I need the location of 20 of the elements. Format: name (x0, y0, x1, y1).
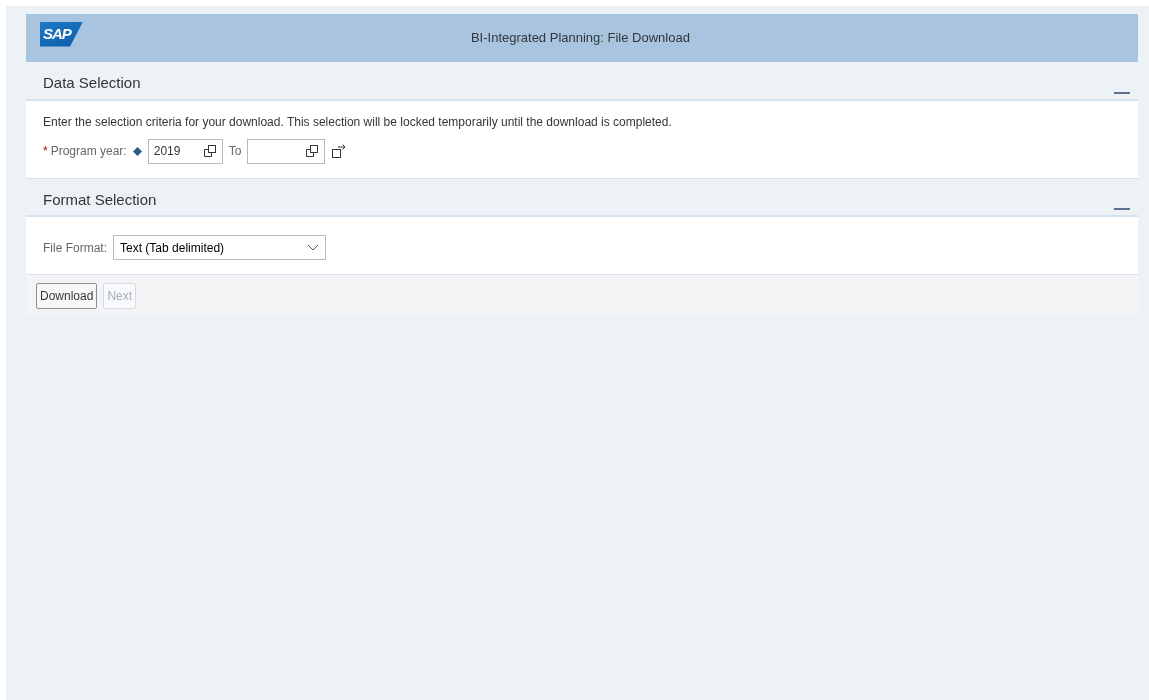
year-from-field[interactable]: 2019 (147, 138, 223, 164)
window-title: BI-Integrated Planning: File Download (469, 29, 691, 48)
section-title: Data Selection (43, 73, 141, 93)
file-format-dropdown[interactable]: Text (Tab delimited) (113, 235, 326, 260)
year-to-field[interactable] (247, 138, 326, 164)
collapse-icon[interactable] (1114, 208, 1130, 211)
instruction-text: Enter the selection criteria for your download. This selection will be locked temporarily until the download is completed. (43, 113, 673, 131)
collapse-icon[interactable] (1114, 91, 1130, 95)
field-label: File Format: (43, 239, 107, 257)
diamond-icon (132, 146, 142, 156)
value-help-icon[interactable] (305, 144, 320, 158)
to-label: To (228, 143, 242, 160)
value-help-icon[interactable] (202, 144, 217, 158)
multiple-selection-icon[interactable] (331, 144, 348, 158)
required-mark: * (43, 143, 48, 160)
logo: SAP (40, 22, 83, 47)
field-label: Program year: (50, 143, 127, 160)
download-button[interactable]: Download (36, 283, 98, 309)
section-title: Format Selection (43, 189, 157, 210)
chevron-down-icon (307, 244, 319, 251)
